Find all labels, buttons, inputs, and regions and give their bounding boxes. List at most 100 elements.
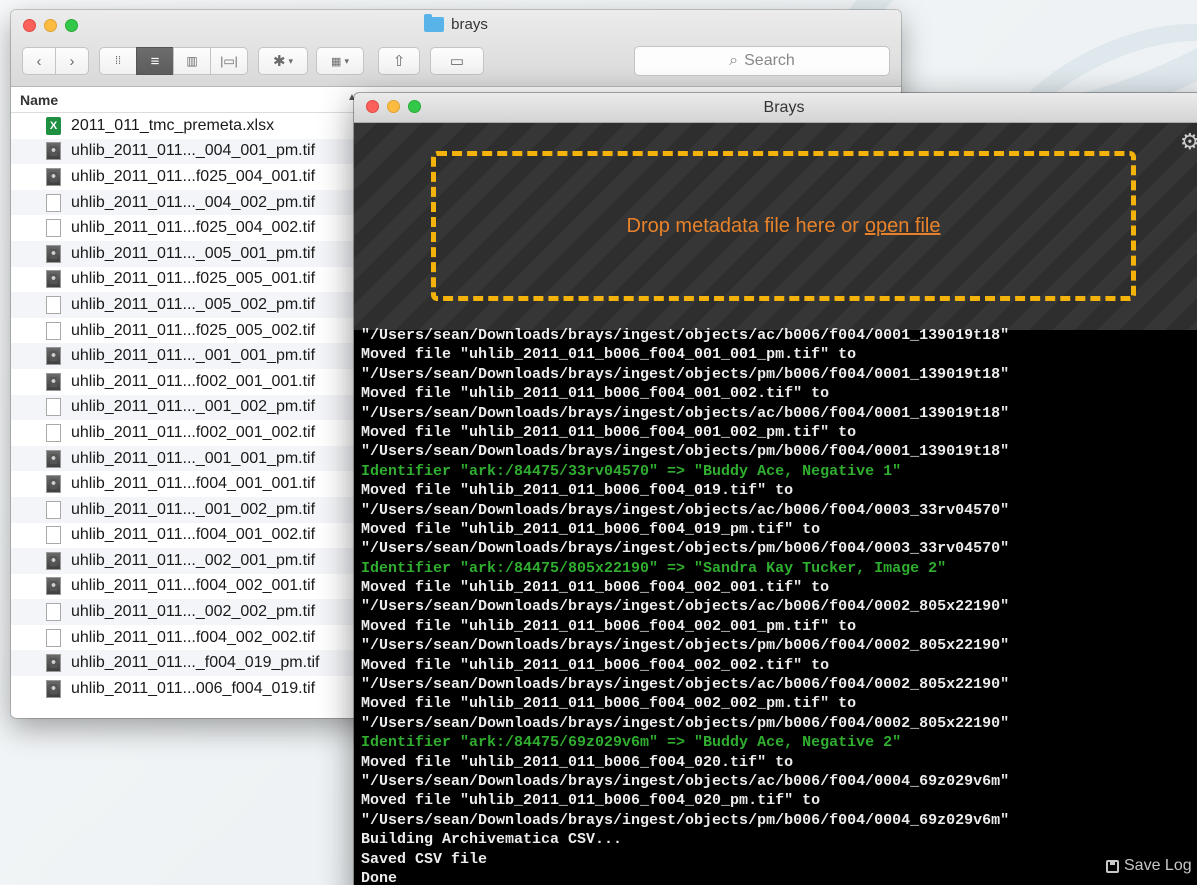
- file-name: uhlib_2011_011...f025_004_002.tif: [71, 219, 316, 237]
- forward-button[interactable]: ›: [55, 47, 89, 75]
- log-line: Moved file "uhlib_2011_011_b006_f004_002…: [361, 579, 830, 597]
- image-thumbnail-icon: [46, 475, 61, 494]
- file-name: uhlib_2011_011...f004_002_001.tif: [71, 577, 316, 595]
- brays-window-controls: [366, 100, 421, 113]
- file-name: uhlib_2011_011..._002_002_pm.tif: [71, 603, 316, 621]
- file-name: uhlib_2011_011..._001_001_pm.tif: [71, 347, 316, 365]
- close-button[interactable]: [366, 100, 379, 113]
- minimize-button[interactable]: [387, 100, 400, 113]
- log-line: "/Users/sean/Downloads/brays/ingest/obje…: [361, 811, 1010, 829]
- chevron-down-icon: ▾: [344, 55, 349, 66]
- log-line: Moved file "uhlib_2011_011_b006_f004_019…: [361, 482, 794, 500]
- action-menu-button[interactable]: ✱ ▾: [258, 47, 308, 75]
- log-line: Saved CSV file: [361, 850, 488, 868]
- save-log-label: Save Log: [1124, 857, 1192, 874]
- brays-title: Brays: [763, 98, 805, 116]
- nav-buttons: ‹ ›: [22, 47, 89, 75]
- log-line: "/Users/sean/Downloads/brays/ingest/obje…: [361, 404, 1010, 422]
- image-thumbnail-icon: [46, 577, 61, 596]
- blank-document-icon: [46, 398, 61, 417]
- file-name: uhlib_2011_011..._005_002_pm.tif: [71, 295, 316, 313]
- log-line: Moved file "uhlib_2011_011_b006_f004_020…: [361, 753, 794, 771]
- image-thumbnail-icon: [46, 347, 61, 366]
- floppy-disk-icon: [1106, 859, 1119, 873]
- zoom-button[interactable]: [408, 100, 421, 113]
- drop-area: ⚙ Drop metadata file here or open file: [354, 123, 1197, 330]
- blank-document-icon: [46, 321, 61, 340]
- chevron-down-icon: ▾: [288, 55, 294, 66]
- file-name: uhlib_2011_011...f025_005_001.tif: [71, 270, 316, 288]
- file-name: uhlib_2011_011...f004_001_001.tif: [71, 475, 316, 493]
- image-thumbnail-icon: [46, 167, 61, 186]
- log-line: Moved file "uhlib_2011_011_b006_f004_001…: [361, 423, 857, 441]
- log-line-identifier: Identifier "ark:/84475/33rv04570" => "Bu…: [361, 462, 902, 480]
- log-line-identifier: Identifier "ark:/84475/69z029v6m" => "Bu…: [361, 734, 902, 752]
- arrange-button[interactable]: ▦ ▾: [316, 47, 364, 75]
- grid-icon: ⁞⁞: [114, 55, 122, 67]
- settings-gear-icon[interactable]: ⚙: [1180, 131, 1197, 153]
- finder-window-title: brays: [11, 14, 901, 33]
- file-name: uhlib_2011_011..._004_001_pm.tif: [71, 142, 316, 160]
- log-line: Moved file "uhlib_2011_011_b006_f004_002…: [361, 695, 857, 713]
- column-header-label: Name: [20, 91, 59, 108]
- blank-document-icon: [46, 628, 61, 647]
- image-thumbnail-icon: [46, 551, 61, 570]
- log-line: "/Users/sean/Downloads/brays/ingest/obje…: [361, 676, 1010, 694]
- file-name: uhlib_2011_011..._002_001_pm.tif: [71, 551, 316, 569]
- folder-icon: [424, 14, 445, 32]
- log-line: Moved file "uhlib_2011_011_b006_f004_002…: [361, 656, 830, 674]
- image-thumbnail-icon: [46, 142, 61, 161]
- log-output: "/Users/sean/Downloads/brays/ingest/obje…: [354, 326, 1197, 885]
- log-line: "/Users/sean/Downloads/brays/ingest/obje…: [361, 714, 1010, 732]
- columns-icon: ▥: [186, 54, 198, 68]
- log-line: Moved file "uhlib_2011_011_b006_f004_002…: [361, 617, 857, 635]
- cover-flow-icon: |▭|: [220, 54, 238, 68]
- tag-icon: ▭: [449, 53, 465, 70]
- log-line: Moved file "uhlib_2011_011_b006_f004_001…: [361, 346, 857, 364]
- log-line: "/Users/sean/Downloads/brays/ingest/obje…: [361, 327, 1010, 344]
- gear-icon: ✱: [272, 53, 286, 70]
- finder-title-text: brays: [451, 16, 488, 33]
- column-view-button[interactable]: ▥: [173, 47, 211, 75]
- log-line: Moved file "uhlib_2011_011_b006_f004_020…: [361, 792, 821, 810]
- log-line: Moved file "uhlib_2011_011_b006_f004_019…: [361, 520, 821, 538]
- list-view-button[interactable]: ≡: [136, 47, 174, 75]
- blank-document-icon: [46, 219, 61, 238]
- finder-toolbar-row: ‹ › ⁞⁞ ≡ ▥ |▭| ✱ ▾ ▦ ▾ ⇧ ▭ ⌕ Search: [22, 46, 890, 76]
- icon-view-button[interactable]: ⁞⁞: [99, 47, 137, 75]
- search-placeholder: Search: [744, 52, 795, 69]
- cover-flow-button[interactable]: |▭|: [210, 47, 248, 75]
- open-file-link[interactable]: open file: [865, 215, 941, 238]
- blank-document-icon: [46, 526, 61, 545]
- image-thumbnail-icon: [46, 244, 61, 263]
- log-line: Done: [361, 869, 398, 885]
- blank-document-icon: [46, 193, 61, 212]
- log-line: Building Archivematica CSV...: [361, 831, 623, 849]
- save-log-button[interactable]: Save Log: [1106, 857, 1192, 875]
- excel-file-icon: X: [46, 116, 61, 135]
- drop-instruction: Drop metadata file here or: [626, 214, 859, 237]
- arrange-grid-icon: ▦: [331, 55, 342, 68]
- search-input[interactable]: ⌕ Search: [634, 46, 890, 76]
- log-line: "/Users/sean/Downloads/brays/ingest/obje…: [361, 443, 1010, 461]
- image-thumbnail-icon: [46, 679, 61, 698]
- file-name: uhlib_2011_011..._001_002_pm.tif: [71, 500, 316, 518]
- file-name: uhlib_2011_011..._005_001_pm.tif: [71, 244, 316, 262]
- brays-window: Brays ⚙ Drop metadata file here or open …: [354, 93, 1197, 885]
- file-name: uhlib_2011_011..._004_002_pm.tif: [71, 193, 316, 211]
- tags-button[interactable]: ▭: [430, 47, 484, 75]
- file-dropzone[interactable]: Drop metadata file here or open file: [431, 151, 1136, 301]
- back-button[interactable]: ‹: [22, 47, 56, 75]
- log-line: "/Users/sean/Downloads/brays/ingest/obje…: [361, 540, 1010, 558]
- brays-titlebar: Brays: [354, 93, 1197, 123]
- file-name: uhlib_2011_011..._f004_019_pm.tif: [71, 654, 320, 672]
- finder-toolbar: brays ‹ › ⁞⁞ ≡ ▥ |▭| ✱ ▾ ▦ ▾ ⇧ ▭ ⌕ Searc…: [11, 10, 901, 87]
- image-thumbnail-icon: [46, 270, 61, 289]
- log-line: "/Users/sean/Downloads/brays/ingest/obje…: [361, 772, 1010, 790]
- log-line: "/Users/sean/Downloads/brays/ingest/obje…: [361, 637, 1010, 655]
- share-button[interactable]: ⇧: [378, 47, 420, 75]
- file-name: uhlib_2011_011..._001_001_pm.tif: [71, 449, 316, 467]
- image-thumbnail-icon: [46, 372, 61, 391]
- blank-document-icon: [46, 500, 61, 519]
- image-thumbnail-icon: [46, 449, 61, 468]
